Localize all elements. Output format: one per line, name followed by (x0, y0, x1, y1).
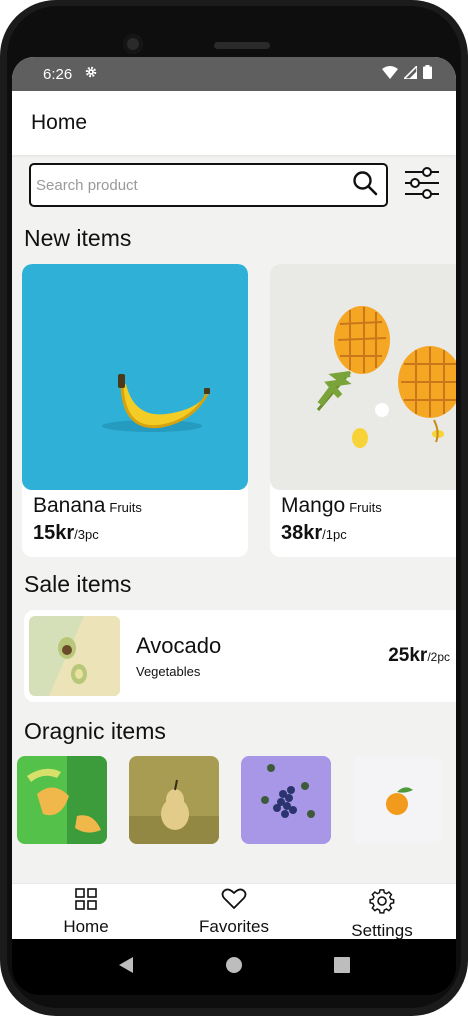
nav-settings-label: Settings (351, 921, 413, 939)
banana-image (22, 264, 248, 490)
status-time: 6:26 (43, 65, 73, 83)
heart-icon (221, 888, 247, 915)
signal-icon (402, 63, 418, 83)
product-unit: /2pc (427, 650, 450, 664)
organic-item-melon[interactable] (17, 756, 107, 844)
new-items-list: Banana Fruits 15kr /3pc Mango Fruits 38k… (12, 264, 456, 557)
product-category: Fruits (349, 500, 382, 515)
bottom-navigation: Home Favorites Settings (12, 883, 456, 939)
product-price: 15kr (33, 522, 75, 544)
search-icon[interactable] (352, 170, 378, 201)
search-row (12, 155, 456, 207)
battery-icon (423, 65, 432, 83)
status-bar: 6:26 (12, 57, 456, 91)
earpiece-speaker (214, 42, 270, 49)
grid-icon (75, 888, 97, 915)
avocado-image (29, 616, 120, 696)
product-category: Vegetables (136, 664, 201, 679)
organic-item-orange[interactable] (353, 756, 443, 844)
filter-button[interactable] (404, 166, 440, 205)
organic-item-blueberries[interactable] (241, 756, 331, 844)
product-unit: /3pc (74, 527, 99, 542)
card-title-row: Banana Fruits (22, 490, 248, 518)
card-title-row: Mango Fruits (270, 490, 456, 518)
sale-items-heading: Sale items (24, 571, 132, 597)
sale-item-avocado[interactable]: Avocado Vegetables 25kr /2pc (24, 610, 456, 702)
wifi-icon (382, 65, 398, 83)
nav-favorites-label: Favorites (199, 917, 269, 936)
search-input[interactable] (36, 176, 352, 194)
card-price-row: 38kr /1pc (270, 518, 456, 545)
card-price-row: 15kr /3pc (22, 518, 248, 545)
organic-item-pear[interactable] (129, 756, 219, 844)
product-card-banana[interactable]: Banana Fruits 15kr /3pc (22, 264, 248, 557)
app-screen: 6:26 Home Search product New items Banan… (12, 57, 456, 939)
product-unit: /1pc (322, 527, 347, 542)
system-navigation-bar (12, 939, 456, 995)
nav-settings[interactable]: Settings (308, 884, 456, 939)
nav-home-label: Home (63, 917, 109, 936)
page-title: Home (31, 111, 88, 134)
organic-items-heading: Oragnic items (24, 718, 166, 744)
search-box (29, 163, 388, 207)
home-circle-icon[interactable] (225, 956, 243, 979)
product-category: Fruits (109, 500, 142, 515)
front-camera (123, 34, 143, 54)
product-name: Avocado (136, 633, 222, 658)
product-price: 38kr (281, 522, 323, 544)
sale-price: 25kr /2pc (388, 645, 450, 667)
recents-icon[interactable] (334, 956, 351, 978)
nav-home[interactable]: Home (12, 884, 160, 939)
nav-favorites[interactable]: Favorites (160, 884, 308, 939)
product-card-mango[interactable]: Mango Fruits 38kr /1pc (270, 264, 456, 557)
product-name: Banana (33, 494, 106, 517)
mango-image (270, 264, 456, 490)
product-price: 25kr (388, 645, 428, 666)
new-items-heading: New items (24, 225, 132, 251)
settings-gear-icon (84, 65, 98, 83)
product-name: Mango (281, 494, 346, 517)
organic-items-list (12, 756, 456, 844)
app-bar: Home (12, 91, 456, 155)
filter-icon (404, 166, 440, 205)
sale-item-info: Avocado Vegetables (136, 633, 221, 679)
back-icon[interactable] (118, 956, 134, 979)
gear-icon (369, 888, 395, 919)
